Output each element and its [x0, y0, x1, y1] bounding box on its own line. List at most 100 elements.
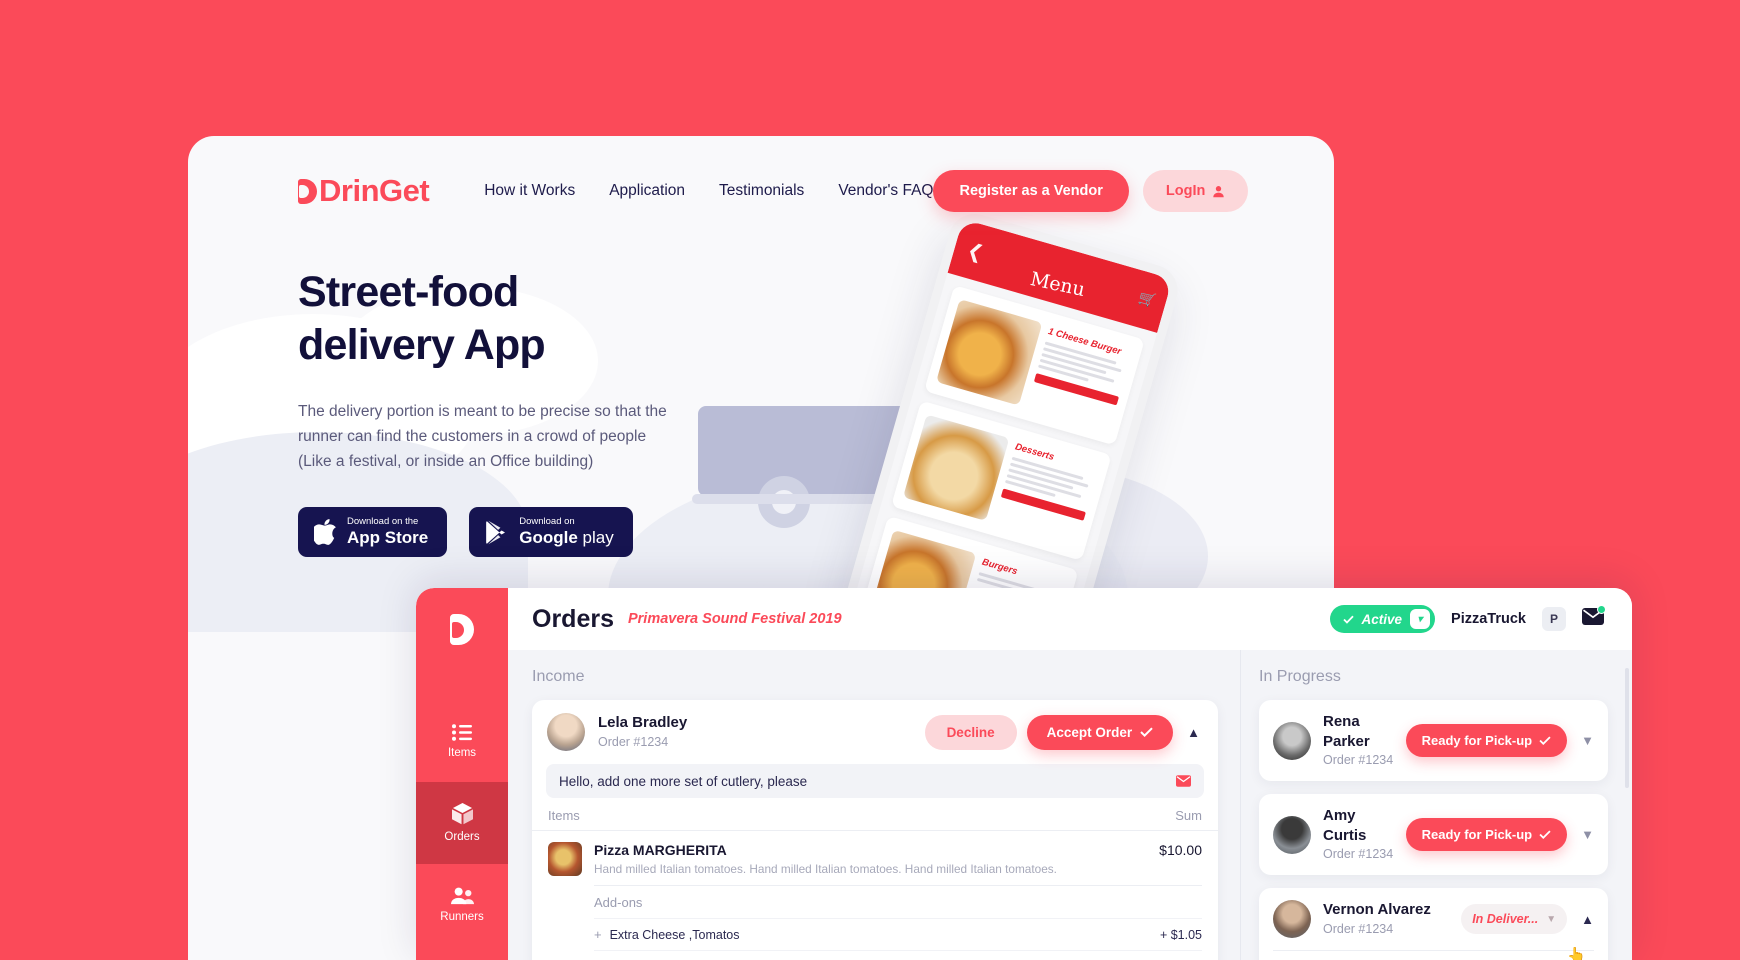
vendor-avatar-badge[interactable]: P: [1542, 607, 1566, 631]
decline-button[interactable]: Decline: [924, 714, 1017, 750]
customer-name: Amy Curtis: [1323, 807, 1367, 844]
in-progress-customer-block: Vernon Alvarez Order #1234: [1323, 900, 1431, 938]
hero-title-line1: Street-food: [298, 268, 519, 316]
sum-column-header: Sum: [1175, 808, 1202, 823]
accept-order-label: Accept Order: [1046, 724, 1133, 740]
avatar: [1273, 815, 1311, 854]
item-thumbnail: [548, 842, 582, 876]
expand-chevron-down-icon[interactable]: ▼: [1577, 733, 1598, 748]
app-store-button[interactable]: Download on the App Store: [298, 507, 448, 558]
burger-photo: [936, 299, 1043, 406]
order-item-body: Pizza MARGHERITA $10.00 Hand milled Ital…: [594, 842, 1202, 960]
dashboard-header: Orders Primavera Sound Festival 2019 Act…: [508, 588, 1632, 650]
nav-link-testimonials[interactable]: Testimonials: [719, 182, 804, 200]
brand-logo[interactable]: DrinGet: [298, 173, 430, 209]
order-id: Order #1234: [598, 734, 669, 749]
sidebar-item-statistics[interactable]: Statistics: [416, 946, 508, 960]
order-id: Order #1234: [1323, 921, 1394, 936]
customer-name: Rena Parker: [1323, 713, 1370, 750]
order-id: Order #1234: [1323, 753, 1394, 767]
collapse-chevron-up-icon[interactable]: ▲: [1577, 912, 1598, 927]
dashboard-body: Income Lela Bradley Order #1234 Decline …: [508, 650, 1632, 960]
in-progress-card-header: Rena Parker Order #1234 Ready for Pick-u…: [1259, 700, 1608, 781]
dashboard-main: Orders Primavera Sound Festival 2019 Act…: [508, 588, 1632, 960]
user-icon: [1213, 185, 1225, 197]
delivery-status-select[interactable]: In Deliver... ▼: [1461, 904, 1568, 935]
chevron-down-icon: ▼: [1546, 913, 1557, 925]
top-navigation: DrinGet How it Works Application Testimo…: [188, 136, 1334, 246]
addon-row: + Extra Cheese ,Tomatos + $1.05: [594, 918, 1202, 942]
box-icon: [451, 803, 473, 825]
dashboard-sidebar: Items Orders Runners Statistics: [416, 588, 508, 960]
google-play-label: Google play: [519, 528, 613, 548]
nav-actions: Register as a Vendor LogIn: [933, 170, 1249, 212]
hero-title: Street-food delivery App: [298, 266, 718, 372]
avatar: [1273, 900, 1311, 939]
phone-menu-card-text: Desserts: [993, 438, 1101, 550]
item-price: $10.00: [1159, 842, 1202, 858]
vendor-name: PizzaTruck: [1451, 611, 1526, 627]
register-as-vendor-button[interactable]: Register as a Vendor: [933, 170, 1129, 212]
reply-mail-icon[interactable]: [1176, 775, 1191, 787]
login-button[interactable]: LogIn: [1142, 170, 1249, 212]
in-progress-card-header: Vernon Alvarez Order #1234 In Deliver...…: [1259, 888, 1608, 950]
income-title: Income: [532, 668, 585, 685]
check-icon: [1539, 736, 1551, 746]
nav-link-vendors-faq[interactable]: Vendor's FAQ: [838, 182, 933, 200]
in-progress-actions: In Deliver... ▼ ▲: [1461, 904, 1598, 935]
brand-name: DrinGet: [319, 173, 430, 208]
google-play-icon: [486, 520, 506, 544]
ready-for-pickup-button[interactable]: Ready for Pick-up: [1405, 818, 1568, 852]
status-label: Active: [1361, 611, 1403, 627]
order-item-row: Pizza MARGHERITA $10.00 Hand milled Ital…: [532, 831, 1218, 960]
header-actions: Active ▾ PizzaTruck P: [1329, 605, 1606, 633]
mouse-cursor-icon: 👆: [1567, 947, 1586, 960]
income-column: Income Lela Bradley Order #1234 Decline …: [508, 650, 1240, 960]
app-store-label: App Store: [347, 527, 429, 547]
nav-link-how-it-works[interactable]: How it Works: [484, 182, 575, 200]
expand-chevron-down-icon[interactable]: ▼: [1577, 827, 1598, 842]
accept-order-button[interactable]: Accept Order: [1026, 714, 1174, 750]
people-icon: [450, 887, 474, 905]
order-id: Order #1234: [1323, 847, 1394, 862]
scrollbar[interactable]: [1625, 668, 1629, 788]
sidebar-item-runners[interactable]: Runners: [416, 864, 508, 946]
list-icon: [452, 723, 472, 741]
items-column-header: Items: [548, 808, 580, 823]
avatar: [1273, 721, 1311, 760]
ready-for-pickup-button[interactable]: Ready for Pick-up: [1405, 724, 1568, 758]
addons-label: Add-ons: [594, 885, 1202, 910]
sidebar-logo[interactable]: [416, 588, 508, 670]
google-play-button[interactable]: Download on Google play: [469, 507, 633, 558]
cart-icon[interactable]: 🛒: [1137, 289, 1158, 310]
hero-section: Street-food delivery App The delivery po…: [298, 266, 718, 558]
messages-button[interactable]: [1582, 605, 1606, 630]
in-progress-card-header: Amy Curtis Order #1234 Ready for Pick-up…: [1259, 794, 1608, 875]
sidebar-item-label: Items: [447, 746, 477, 759]
page-subtitle: Primavera Sound Festival 2019: [627, 611, 842, 627]
collapse-chevron-up-icon[interactable]: ▲: [1183, 725, 1204, 740]
sidebar-item-orders[interactable]: Orders: [416, 782, 508, 864]
sidebar-item-label: Runners: [440, 911, 484, 923]
in-progress-customer-block: Amy Curtis Order #1234: [1323, 806, 1394, 863]
item-description: Hand milled Italian tomatoes. Hand mille…: [594, 862, 1057, 876]
order-note-text: Hello, add one more set of cutlery, plea…: [559, 773, 808, 789]
status-dropdown-active[interactable]: Active ▾: [1329, 605, 1436, 633]
check-icon: [1539, 830, 1551, 840]
sidebar-item-items[interactable]: Items: [416, 700, 508, 782]
app-store-sublabel: Download on the: [347, 516, 419, 528]
hero-paragraph: The delivery portion is meant to be prec…: [298, 402, 667, 470]
nav-link-application[interactable]: Application: [609, 182, 685, 200]
in-progress-actions: Ready for Pick-up ▼: [1405, 724, 1598, 758]
order-customer-block: Lela Bradley Order #1234: [598, 713, 687, 751]
in-progress-card: Vernon Alvarez Order #1234 In Deliver...…: [1259, 888, 1608, 960]
dessert-photo: [902, 414, 1010, 521]
delivery-status-label: In Deliver...: [1472, 912, 1539, 927]
addon-price: + $1.05: [1159, 927, 1202, 942]
addon-row: + Tomatos + $1.05: [594, 950, 1202, 960]
login-label: LogIn: [1165, 183, 1206, 199]
phone-menu-card-text: 1 Cheese Burger: [1026, 322, 1134, 434]
order-item-top: Pizza MARGHERITA $10.00: [594, 842, 1202, 858]
logo-mark-icon: [450, 613, 474, 645]
google-play-sublabel: Download on: [519, 516, 575, 528]
